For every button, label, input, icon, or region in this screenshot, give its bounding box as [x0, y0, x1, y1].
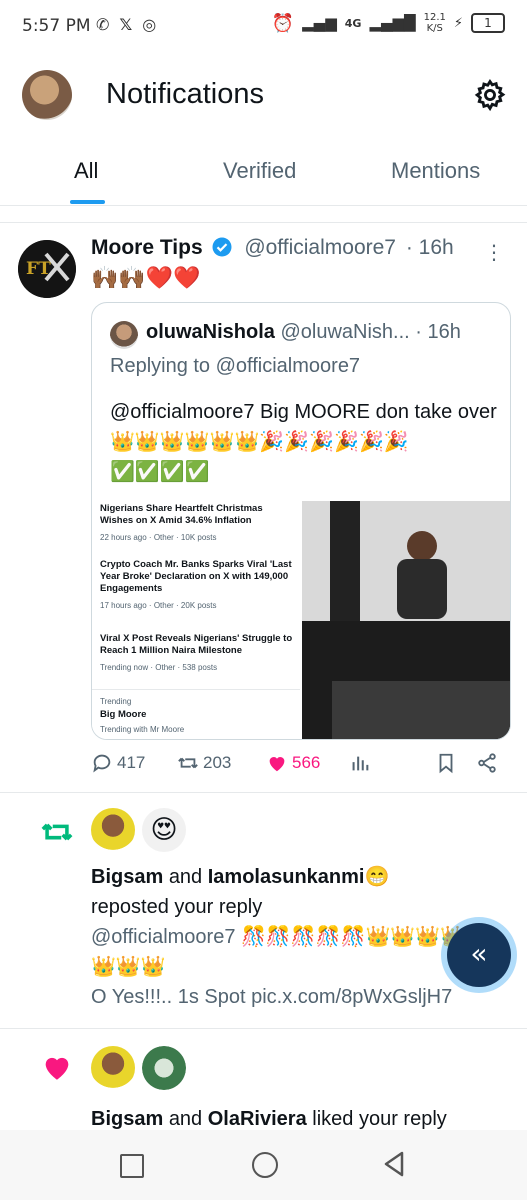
signal-icon: ▂▄▆: [302, 14, 337, 32]
and-text: and: [168, 1108, 203, 1130]
and-text: and: [168, 866, 203, 888]
page-title: Notifications: [106, 78, 264, 110]
double-chevron-left-icon[interactable]: «: [447, 923, 511, 987]
quote-time: · 16h: [415, 321, 461, 343]
repost-notification-text[interactable]: Bigsam and Iamolasunkanmi😁 reposted your…: [91, 862, 511, 1012]
notification-users: Bigsam and Iamolasunkanmi😁: [91, 862, 511, 892]
charging-icon: ⚡: [453, 15, 463, 31]
system-nav-bar: [0, 1130, 527, 1200]
active-tab-indicator: [70, 200, 105, 204]
trending-label: Trending: [100, 697, 132, 706]
status-bar: 5:57 PM ✆ 𝕏 ◎ ⏰ ▂▄▆ 4G ▂▄▆█ 12.1 K/S ⚡ 1: [0, 0, 527, 56]
bookmark-icon: [439, 753, 453, 774]
tab-verified[interactable]: Verified: [223, 158, 296, 184]
tab-bar: All Verified Mentions: [0, 140, 527, 204]
tab-mentions[interactable]: Mentions: [391, 158, 480, 184]
bookmark-button[interactable]: [435, 752, 457, 774]
quote-media[interactable]: Nigerians Share Heartfelt Christmas Wish…: [92, 501, 510, 739]
status-app-icons: ✆ 𝕏 ◎: [96, 15, 156, 34]
user-name[interactable]: Iamolasunkanmi😁: [208, 866, 390, 888]
user-name[interactable]: Bigsam: [91, 1108, 163, 1130]
replying-to: Replying to @officialmoore7: [110, 355, 361, 377]
user-avatar-iamolasunkanmi[interactable]: 😍: [142, 808, 186, 852]
more-options-icon[interactable]: ⋮: [484, 240, 505, 264]
news-item-meta: 22 hours ago · Other · 10K posts: [100, 533, 217, 542]
news-item-meta: Trending now · Other · 538 posts: [100, 663, 218, 672]
user-name[interactable]: Bigsam: [91, 866, 163, 888]
like-count: 566: [292, 753, 321, 772]
news-screenshot-image: Nigerians Share Heartfelt Christmas Wish…: [92, 501, 300, 739]
divider: [0, 205, 527, 206]
heart-icon: [40, 1050, 74, 1088]
reply-count: 417: [117, 753, 146, 772]
home-circle-icon[interactable]: [252, 1152, 278, 1178]
user-avatar-bigsam[interactable]: [91, 1046, 135, 1090]
trending-sub: Trending with Mr Moore: [100, 725, 185, 734]
tweet-text: 🙌🏾🙌🏾❤️❤️: [91, 266, 201, 291]
share-button[interactable]: [476, 752, 498, 774]
share-icon: [478, 753, 496, 773]
divider: [0, 1028, 527, 1029]
heart-icon: [269, 757, 285, 772]
x-logo-icon: 𝕏: [119, 15, 133, 34]
battery-icon: 1: [471, 13, 505, 33]
views-icon: [352, 756, 369, 771]
notification-action: reposted your reply: [91, 896, 263, 918]
repost-count: 203: [203, 753, 232, 772]
recents-square-icon[interactable]: [120, 1154, 144, 1178]
whatsapp-icon: ✆: [96, 15, 110, 34]
tweet-header: Moore Tips @officialmoore7 · 16h: [91, 236, 454, 260]
news-item-title: Crypto Coach Mr. Banks Sparks Viral 'Las…: [100, 559, 292, 594]
news-item-title: Nigerians Share Heartfelt Christmas Wish…: [100, 503, 263, 526]
profile-avatar[interactable]: [22, 70, 72, 120]
divider: [0, 792, 527, 793]
gym-selfie-photo: [302, 501, 510, 739]
user-avatar-bigsam[interactable]: [91, 808, 135, 852]
repost-icon: [40, 815, 74, 853]
alarm-icon: ⏰: [271, 12, 295, 34]
quote-header: oluwaNishola @oluwaNish... · 16h: [146, 321, 461, 344]
quote-author-avatar[interactable]: [110, 321, 138, 349]
author-handle[interactable]: @officialmoore7: [244, 236, 396, 259]
status-right: ⏰ ▂▄▆ 4G ▂▄▆█ 12.1 K/S ⚡ 1: [272, 12, 505, 34]
verified-badge-icon: [212, 237, 232, 257]
quote-author-handle: @oluwaNish...: [280, 321, 410, 343]
gear-icon[interactable]: [473, 78, 507, 112]
user-name[interactable]: OlaRiviera: [208, 1108, 307, 1130]
quote-author-name[interactable]: oluwaNishola: [146, 321, 275, 343]
back-triangle-icon[interactable]: [382, 1150, 406, 1182]
status-time: 5:57 PM: [22, 16, 91, 36]
tweet-action-bar: 417 203 566: [91, 752, 511, 782]
reply-button[interactable]: 417: [91, 752, 145, 774]
notification-quoted: O Yes!!!.. 1s Spot pic.x.com/8pWxGsljH7: [91, 986, 453, 1008]
quote-text: @officialmoore7 Big MOORE don take over …: [110, 401, 497, 483]
repost-button[interactable]: 203: [177, 752, 231, 774]
like-button[interactable]: 566: [266, 752, 320, 774]
news-item-meta: 17 hours ago · Other · 20K posts: [100, 601, 217, 610]
signal-icon-2: ▂▄▆█: [369, 14, 416, 32]
network-type: 4G: [344, 16, 362, 30]
instagram-icon: ◎: [142, 15, 157, 34]
notification-action: liked your reply: [312, 1108, 447, 1130]
reply-icon: [93, 754, 111, 773]
divider: [92, 689, 300, 690]
net-speed: 12.1 K/S: [423, 12, 446, 34]
tweet-time: · 16h: [405, 236, 454, 259]
author-name[interactable]: Moore Tips: [91, 236, 203, 259]
views-button[interactable]: [349, 752, 371, 774]
tab-all[interactable]: All: [74, 158, 98, 184]
user-avatar-olariviera[interactable]: [142, 1046, 186, 1090]
trending-title: Big Moore: [100, 709, 147, 720]
quoted-tweet[interactable]: oluwaNishola @oluwaNish... · 16h Replyin…: [91, 302, 511, 740]
news-item-title: Viral X Post Reveals Nigerians' Struggle…: [100, 633, 293, 656]
repost-icon: [178, 757, 198, 769]
divider: [0, 222, 527, 223]
author-avatar[interactable]: FT: [18, 240, 76, 298]
